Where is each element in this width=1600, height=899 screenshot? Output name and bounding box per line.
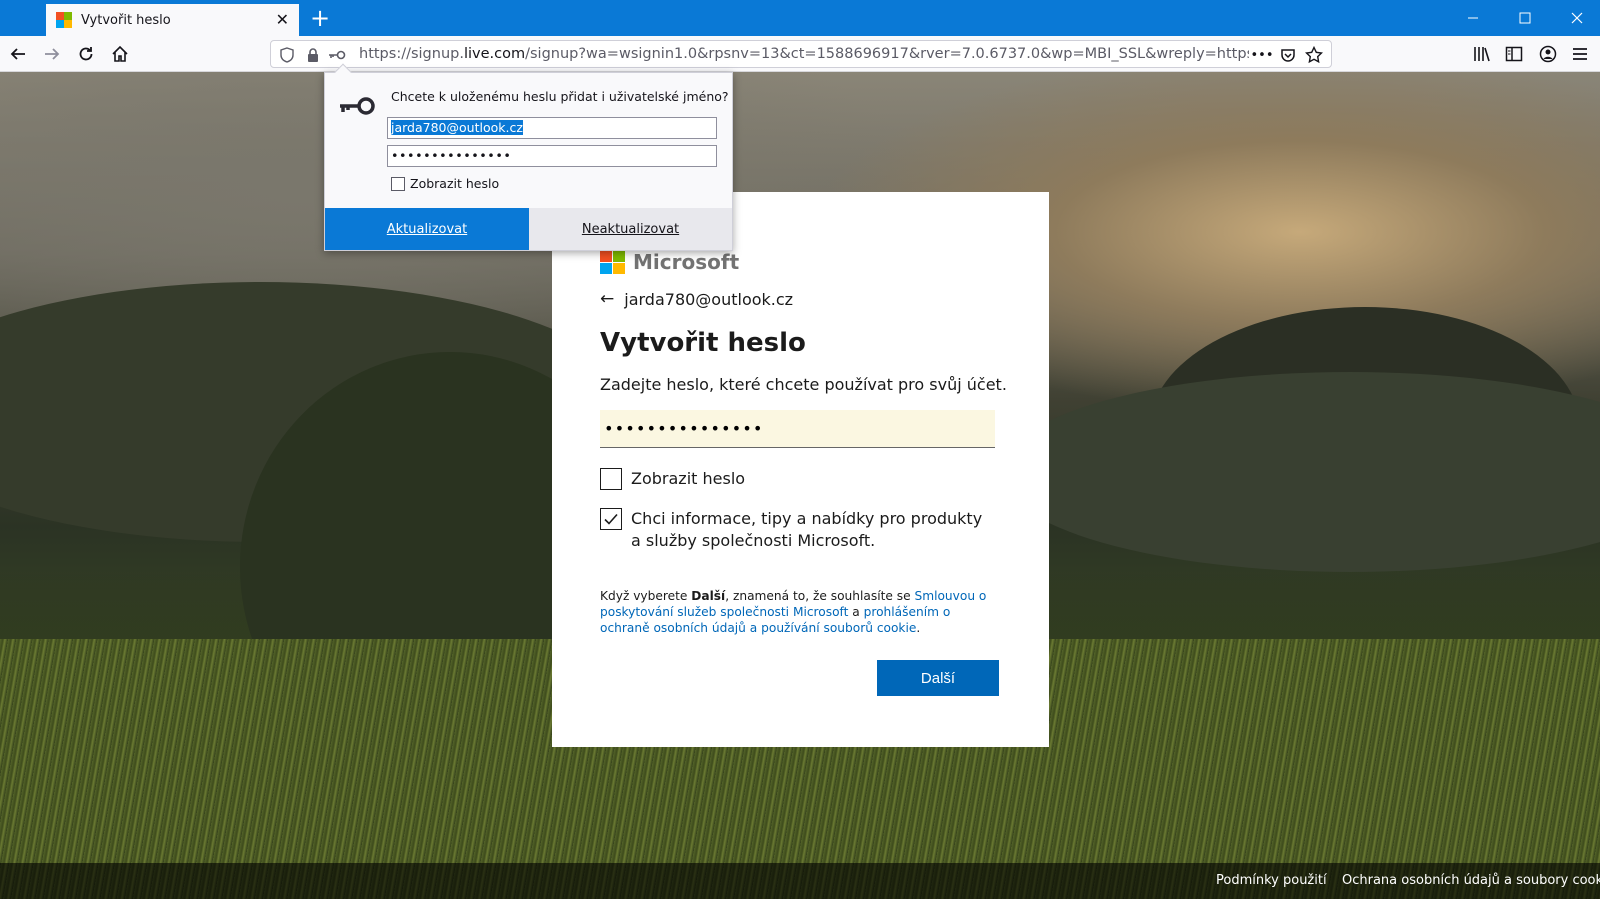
page-title: Vytvořit heslo (600, 328, 806, 358)
arrow-left-icon (10, 48, 25, 60)
marketing-label-line2: a služby společnosti Microsoft. (631, 531, 876, 550)
account-button[interactable] (1534, 40, 1562, 68)
privacy-link[interactable]: Ochrana osobních údajů a soubory cookie (1342, 873, 1600, 888)
url-path: /signup?wa=wsignin1.0&rpsnv=13&ct=158869… (525, 46, 1249, 62)
terms-link[interactable]: Podmínky použití (1216, 873, 1327, 888)
legal-part: a (848, 605, 864, 619)
back-identity[interactable]: ← jarda780@outlook.cz (600, 288, 793, 310)
library-icon (1474, 47, 1490, 62)
tab-title: Vytvořit heslo (81, 12, 171, 28)
navigation-toolbar: https://signup.live.com/signup?wa=wsigni… (0, 36, 1600, 72)
brand-name: Microsoft (633, 250, 740, 274)
bookmark-star-icon[interactable] (1303, 44, 1325, 66)
forward-button[interactable] (38, 40, 66, 68)
page-background: Microsoft ← jarda780@outlook.cz Vytvořit… (0, 72, 1600, 899)
next-button[interactable]: Další (877, 660, 999, 696)
legal-bold: Další (691, 589, 726, 603)
popup-question: Chcete k uloženému heslu přidat i uživat… (391, 89, 729, 104)
marketing-option[interactable]: Chci informace, tipy a nabídky pro produ… (600, 508, 982, 552)
popup-show-password[interactable]: Zobrazit heslo (391, 176, 499, 191)
legal-part: , znamená to, že souhlasíte se (725, 589, 915, 603)
sidebar-button[interactable] (1500, 40, 1528, 68)
close-icon (1571, 12, 1583, 24)
marketing-label: Chci informace, tipy a nabídky pro produ… (631, 508, 982, 552)
arrow-right-icon (45, 48, 60, 60)
minimize-button[interactable] (1450, 0, 1496, 36)
create-password-card: Microsoft ← jarda780@outlook.cz Vytvořit… (552, 192, 1049, 747)
popup-show-password-checkbox[interactable] (391, 176, 405, 191)
url-text[interactable]: https://signup.live.com/signup?wa=wsigni… (359, 41, 1249, 67)
home-icon (112, 45, 128, 62)
show-password-option[interactable]: Zobrazit heslo (600, 468, 745, 490)
key-icon[interactable] (326, 44, 348, 66)
page-subtitle: Zadejte heslo, které chcete používat pro… (600, 375, 1007, 394)
account-icon (1539, 45, 1557, 63)
legal-part: Když vyberete (600, 589, 692, 603)
url-bar[interactable]: https://signup.live.com/signup?wa=wsigni… (270, 40, 1332, 68)
sidebar-icon (1505, 46, 1523, 62)
update-button[interactable]: Aktualizovat (325, 208, 529, 250)
hamburger-menu-icon (1573, 48, 1587, 60)
maximize-icon (1519, 12, 1531, 24)
lock-icon[interactable] (302, 44, 324, 66)
page-actions-icon[interactable]: ••• (1249, 44, 1275, 66)
key-icon (337, 95, 377, 121)
menu-button[interactable] (1566, 40, 1594, 68)
tab-close-icon[interactable]: ✕ (276, 10, 289, 30)
marketing-checkbox[interactable] (600, 508, 622, 530)
minimize-icon (1468, 17, 1478, 19)
tab-strip: Vytvořit heslo ✕ + (0, 0, 1600, 36)
shield-icon[interactable] (276, 44, 298, 66)
legal-text: Když vyberete Další, znamená to, že souh… (600, 588, 1000, 636)
url-host: live.com (463, 46, 526, 62)
password-input[interactable] (600, 410, 995, 448)
popup-actions: Aktualizovat Neaktualizovat (325, 208, 732, 250)
footer-bar: Podmínky použití Ochrana osobních údajů … (0, 863, 1600, 899)
maximize-button[interactable] (1502, 0, 1548, 36)
legal-part: . (916, 621, 921, 635)
reload-icon (79, 47, 93, 61)
pocket-icon[interactable] (1277, 44, 1299, 66)
close-window-button[interactable] (1554, 0, 1600, 36)
microsoft-logo: Microsoft (600, 250, 739, 274)
save-login-popup: Chcete k uloženému heslu přidat i uživat… (324, 63, 733, 251)
dont-update-button[interactable]: Neaktualizovat (529, 208, 732, 250)
microsoft-logo-icon (600, 251, 625, 274)
show-password-checkbox[interactable] (600, 468, 622, 490)
background-hill (1000, 372, 1600, 572)
popup-username-value: jarda780@outlook.cz (391, 120, 523, 135)
reload-button[interactable] (72, 40, 100, 68)
tab-active[interactable]: Vytvořit heslo ✕ (46, 4, 299, 36)
microsoft-favicon-icon (56, 12, 72, 28)
marketing-label-line1: Chci informace, tipy a nabídky pro produ… (631, 509, 983, 528)
library-button[interactable] (1468, 40, 1496, 68)
back-button[interactable] (4, 40, 32, 68)
checkmark-icon (604, 513, 618, 525)
url-prefix: https://signup. (359, 46, 464, 62)
popup-password-field[interactable]: ••••••••••••••• (387, 145, 717, 167)
identity-email: jarda780@outlook.cz (624, 289, 794, 309)
back-arrow-icon[interactable]: ← (600, 288, 614, 310)
show-password-label: Zobrazit heslo (631, 469, 746, 488)
popup-show-password-label: Zobrazit heslo (410, 176, 500, 191)
home-button[interactable] (106, 40, 134, 68)
popup-username-field[interactable]: jarda780@outlook.cz (387, 117, 717, 139)
new-tab-button[interactable]: + (306, 4, 334, 32)
